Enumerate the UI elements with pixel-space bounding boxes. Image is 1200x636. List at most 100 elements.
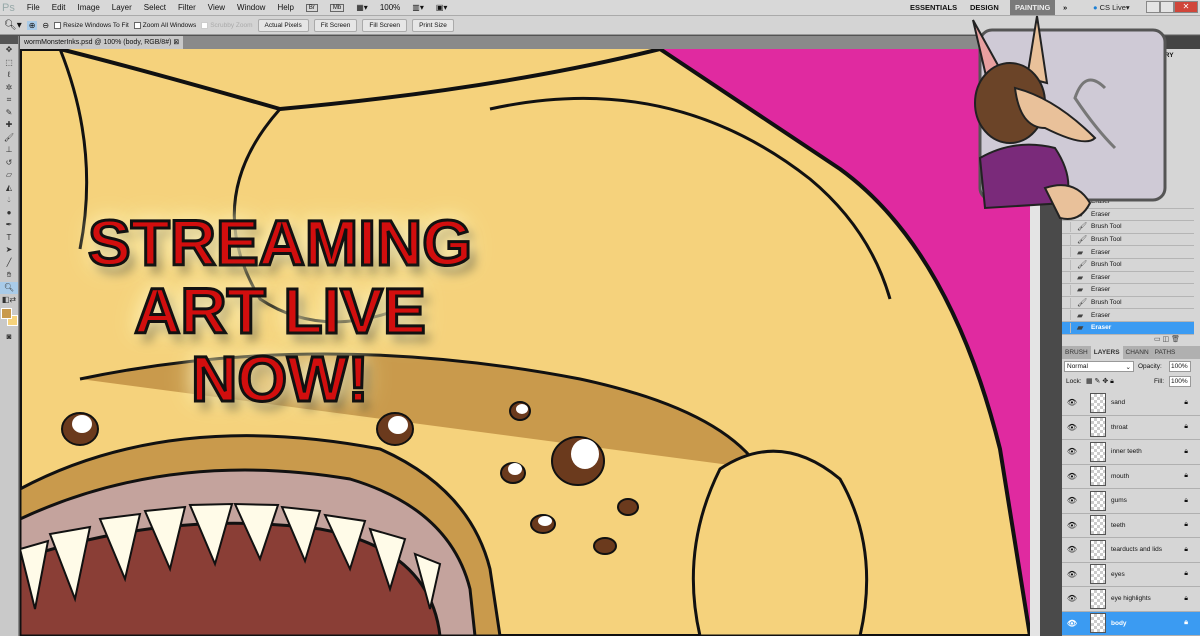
screen-mode-icon[interactable]: ▣▾	[436, 3, 448, 12]
quick-mask-icon[interactable]: ◙	[0, 331, 18, 344]
hand-tool-icon[interactable]: ✋︎	[0, 269, 18, 282]
tab-layers[interactable]: LAYERS	[1090, 346, 1123, 359]
layer-row[interactable]: 👁︎ throat 🔒︎	[1062, 416, 1200, 440]
history-item[interactable]: 🖌︎ Brush Tool	[1062, 259, 1194, 272]
tab-channels[interactable]: CHANN	[1123, 346, 1152, 359]
type-tool-icon[interactable]: T	[0, 232, 18, 245]
eyedropper-tool-icon[interactable]: ✎	[0, 107, 18, 120]
tab-paths[interactable]: PATHS	[1152, 346, 1179, 359]
history-source-box[interactable]	[1062, 310, 1071, 321]
default-colors-icon[interactable]: ◧⇄	[0, 294, 18, 307]
menu-file[interactable]: File	[27, 3, 40, 12]
history-brush-icon[interactable]: ↺	[0, 157, 18, 170]
color-swatches[interactable]	[0, 307, 18, 331]
visibility-eye-icon[interactable]: 👁︎	[1062, 545, 1082, 554]
clone-stamp-icon[interactable]: ⊥	[0, 144, 18, 157]
zoom-level-menu[interactable]: 100%	[380, 3, 400, 12]
history-item[interactable]: ▰ Eraser	[1062, 246, 1194, 259]
close-button[interactable]: ✕	[1174, 1, 1198, 13]
visibility-eye-icon[interactable]: 👁︎	[1062, 619, 1082, 628]
menu-image[interactable]: Image	[78, 3, 100, 12]
history-item[interactable]: 🖌︎ Brush Tool	[1062, 221, 1194, 234]
quick-select-tool-icon[interactable]: ✲	[0, 82, 18, 95]
history-source-box[interactable]	[1062, 247, 1071, 258]
visibility-eye-icon[interactable]: 👁︎	[1062, 423, 1082, 432]
menu-layer[interactable]: Layer	[112, 3, 132, 12]
history-source-box[interactable]	[1062, 259, 1071, 270]
fit-screen-button[interactable]: Fit Screen	[313, 18, 358, 32]
history-source-box[interactable]	[1062, 297, 1071, 308]
paint-bucket-icon[interactable]: ◭	[0, 182, 18, 195]
fill-input[interactable]: 100%	[1169, 376, 1191, 387]
history-footer-icons[interactable]: ▭ ◫ 🗑︎	[1062, 335, 1200, 345]
visibility-eye-icon[interactable]: 👁︎	[1062, 398, 1082, 407]
opacity-input[interactable]: 100%	[1169, 361, 1191, 372]
visibility-eye-icon[interactable]: 👁︎	[1062, 570, 1082, 579]
visibility-eye-icon[interactable]: 👁︎	[1062, 447, 1082, 456]
layer-row[interactable]: 👁︎ tearducts and lids 🔒︎	[1062, 538, 1200, 563]
bridge-icon[interactable]: Br	[305, 3, 318, 12]
blend-mode-select[interactable]: Normal ⌄	[1064, 361, 1134, 372]
path-select-icon[interactable]: ➤	[0, 244, 18, 257]
actual-pixels-button[interactable]: Actual Pixels	[257, 18, 309, 32]
blur-tool-icon[interactable]: 💧︎	[0, 194, 18, 207]
layer-row[interactable]: 👁︎ teeth 🔒︎	[1062, 514, 1200, 538]
brush-tool-icon[interactable]: 🖌︎	[0, 132, 18, 145]
marquee-tool-icon[interactable]: ⬚	[0, 57, 18, 70]
zoom-out-icon[interactable]: ⊖	[42, 21, 49, 30]
layer-row[interactable]: 👁︎ mouth 🔒︎	[1062, 465, 1200, 489]
fill-screen-button[interactable]: Fill Screen	[362, 18, 408, 32]
mini-bridge-icon[interactable]: Mb	[329, 3, 345, 12]
history-item[interactable]: ▰ Eraser	[1062, 309, 1194, 322]
history-source-box[interactable]	[1062, 221, 1071, 232]
visibility-eye-icon[interactable]: 👁︎	[1062, 521, 1082, 530]
workspace-essentials[interactable]: ESSENTIALS	[905, 0, 962, 15]
move-tool-icon[interactable]: ✥	[0, 44, 18, 57]
document-canvas[interactable]: STREAMING ART LIVE NOW!	[20, 49, 1030, 636]
zoom-tool-icon[interactable]: 🔍︎	[0, 281, 18, 294]
menu-help[interactable]: Help	[277, 3, 293, 12]
lock-icons[interactable]: ▦ ✎ ✥ 🔒︎	[1086, 377, 1114, 386]
layer-row[interactable]: 👁︎ inner teeth 🔒︎	[1062, 440, 1200, 465]
visibility-eye-icon[interactable]: 👁︎	[1062, 472, 1082, 481]
visibility-eye-icon[interactable]: 👁︎	[1062, 594, 1082, 603]
history-source-box[interactable]	[1062, 322, 1071, 333]
history-item[interactable]: ▰ Eraser	[1062, 322, 1194, 335]
close-tab-icon[interactable]: ⊠	[173, 39, 179, 46]
menu-edit[interactable]: Edit	[52, 3, 66, 12]
layer-row[interactable]: 👁︎ body 🔒︎	[1062, 611, 1200, 636]
extras-icon[interactable]: ▦▾	[356, 3, 368, 12]
history-item[interactable]: ▰ Eraser	[1062, 284, 1194, 297]
layer-row[interactable]: 👁︎ gums 🔒︎	[1062, 489, 1200, 514]
document-tab[interactable]: wormMonsterInks.psd @ 100% (body, RGB/8#…	[20, 36, 184, 49]
history-item[interactable]: 🖌︎ Brush Tool	[1062, 297, 1194, 310]
zoom-tool-preset-icon[interactable]: 🔍︎▾	[4, 20, 22, 31]
history-source-box[interactable]	[1062, 272, 1071, 283]
print-size-button[interactable]: Print Size	[412, 18, 454, 32]
menu-filter[interactable]: Filter	[178, 3, 196, 12]
layer-row[interactable]: 👁︎ sand 🔒︎	[1062, 391, 1200, 416]
zoom-all-windows-checkbox[interactable]: Zoom All Windows	[133, 21, 196, 29]
history-item[interactable]: ▰ Eraser	[1062, 272, 1194, 285]
layer-row[interactable]: 👁︎ eyes 🔒︎	[1062, 563, 1200, 587]
history-source-box[interactable]	[1062, 234, 1071, 245]
zoom-in-icon[interactable]: ⊕	[26, 20, 38, 30]
visibility-eye-icon[interactable]: 👁︎	[1062, 496, 1082, 505]
pen-tool-icon[interactable]: ✒	[0, 219, 18, 232]
scrubby-zoom-checkbox[interactable]: Scrubby Zoom	[201, 21, 253, 29]
layer-row[interactable]: 👁︎ eye highlights 🔒︎	[1062, 587, 1200, 612]
tab-brush[interactable]: BRUSH	[1062, 346, 1091, 359]
history-source-box[interactable]	[1062, 284, 1071, 295]
dodge-tool-icon[interactable]: ●	[0, 207, 18, 220]
lasso-tool-icon[interactable]: ℓ	[0, 69, 18, 82]
resize-windows-checkbox[interactable]: Resize Windows To Fit	[54, 21, 129, 29]
arrange-icon[interactable]: ▥▾	[412, 3, 424, 12]
menu-view[interactable]: View	[208, 3, 225, 12]
eraser-tool-icon[interactable]: ▱	[0, 169, 18, 182]
line-tool-icon[interactable]: ╱	[0, 257, 18, 270]
menu-select[interactable]: Select	[144, 3, 166, 12]
menu-window[interactable]: Window	[237, 3, 265, 12]
healing-brush-icon[interactable]: ✚	[0, 119, 18, 132]
crop-tool-icon[interactable]: ⌗	[0, 94, 18, 107]
history-item[interactable]: 🖌︎ Brush Tool	[1062, 234, 1194, 247]
